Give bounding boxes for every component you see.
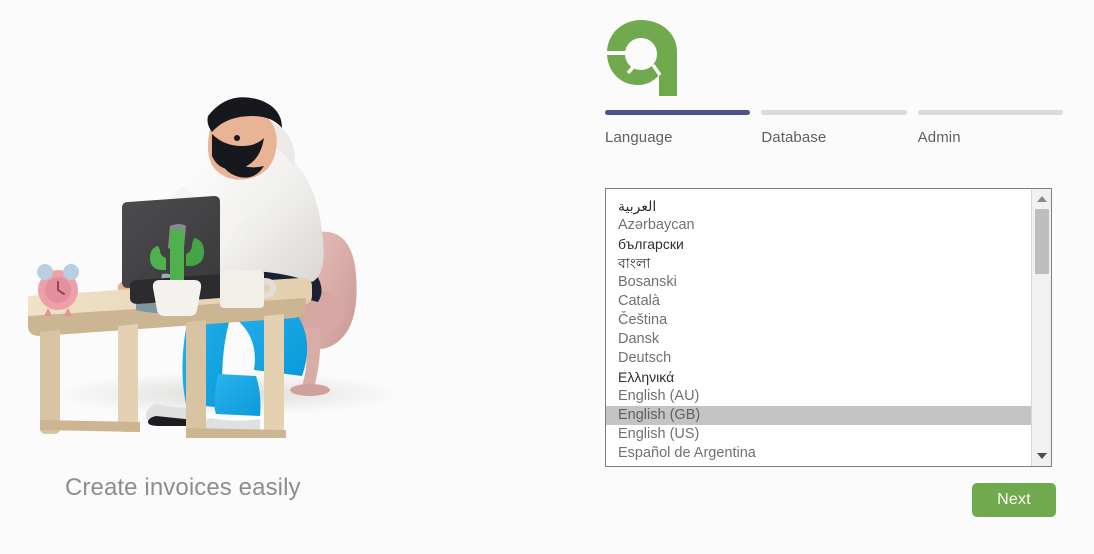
language-select-listbox[interactable]: العربية Azərbaycan български বাংলা Bosan… xyxy=(605,188,1052,467)
step-admin[interactable]: Admin xyxy=(917,110,1063,146)
list-item[interactable]: Català xyxy=(606,292,1032,311)
step-language-bar xyxy=(605,110,751,115)
list-item[interactable]: العربية xyxy=(606,197,1032,216)
list-item[interactable]: বাংলা xyxy=(606,254,1032,273)
odoo-a-logo xyxy=(605,18,679,98)
language-list[interactable]: العربية Azərbaycan български বাংলা Bosan… xyxy=(606,189,1032,466)
list-item[interactable]: Español de Argentina xyxy=(606,444,1032,463)
list-item[interactable]: English (AU) xyxy=(606,387,1032,406)
list-item[interactable]: Deutsch xyxy=(606,349,1032,368)
list-item[interactable]: Azərbaycan xyxy=(606,216,1032,235)
wizard-step-indicator: Language Database Admin xyxy=(605,110,1063,146)
list-item-selected[interactable]: English (GB) xyxy=(606,406,1032,425)
person-working-at-desk-illustration xyxy=(18,82,414,442)
step-database-bar xyxy=(761,110,907,115)
scroll-up-arrow[interactable] xyxy=(1032,191,1051,207)
scrollbar-thumb[interactable] xyxy=(1035,209,1049,274)
step-database-label: Database xyxy=(761,129,827,146)
list-item[interactable]: Ελληνικά xyxy=(606,368,1032,387)
step-language[interactable]: Language xyxy=(605,110,751,146)
list-item[interactable]: English (US) xyxy=(606,425,1032,444)
left-promo-panel: Create invoices easily xyxy=(0,0,586,554)
step-database[interactable]: Database xyxy=(761,110,907,146)
setup-wizard-panel: Language Database Admin العربية Azərbayc… xyxy=(586,0,1094,554)
language-list-scrollbar[interactable] xyxy=(1031,189,1051,466)
list-item[interactable]: Bosanski xyxy=(606,273,1032,292)
list-item[interactable]: български xyxy=(606,235,1032,254)
page-tagline: Create invoices easily xyxy=(65,474,301,501)
step-admin-bar xyxy=(917,110,1063,115)
list-item[interactable]: Čeština xyxy=(606,311,1032,330)
step-language-label: Language xyxy=(605,129,673,146)
step-admin-label: Admin xyxy=(917,129,961,146)
scroll-down-arrow[interactable] xyxy=(1032,448,1051,464)
list-item[interactable]: Dansk xyxy=(606,330,1032,349)
next-button[interactable]: Next xyxy=(972,483,1056,517)
